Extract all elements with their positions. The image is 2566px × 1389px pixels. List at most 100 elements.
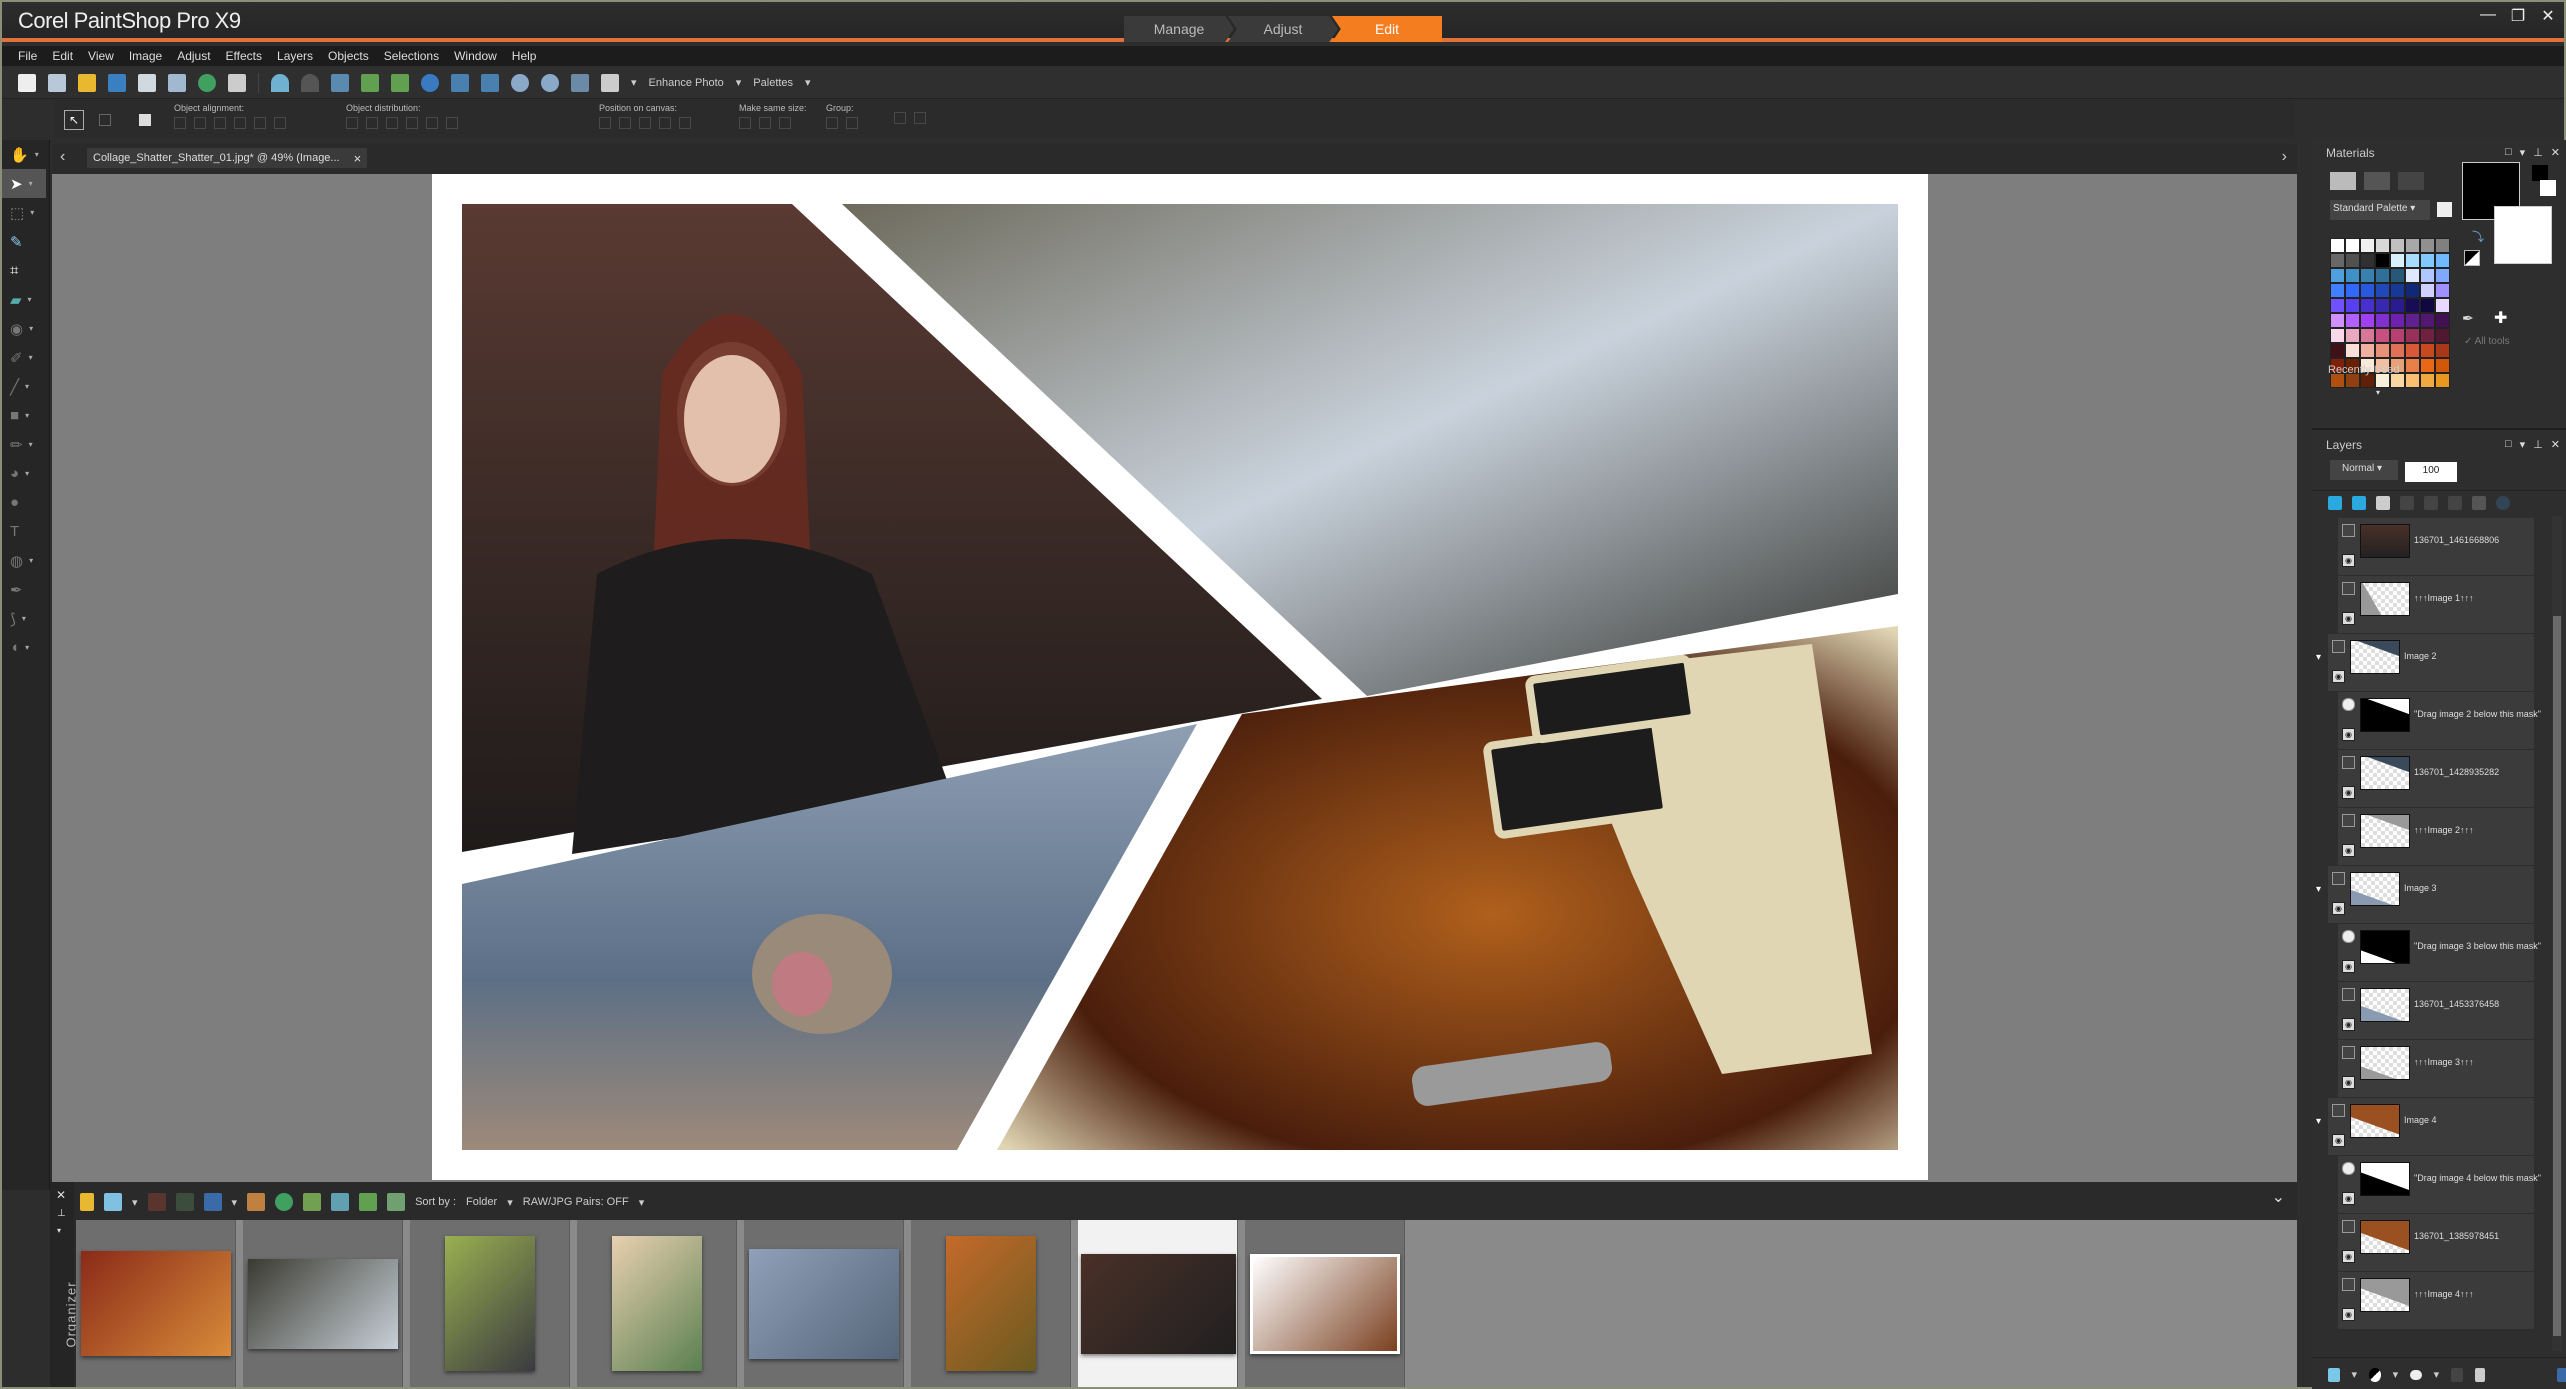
color-swatch[interactable] [2375,253,2390,268]
tab-edit[interactable]: Edit [1332,16,1442,42]
pin-icon[interactable]: ⊥ [2533,438,2543,451]
palette-select[interactable]: Standard Palette ▾ [2330,200,2430,220]
color-swatch[interactable] [2330,253,2345,268]
tag-icon[interactable] [147,1193,166,1211]
color-swatch[interactable] [2420,298,2435,313]
panel-menu-icon[interactable]: ▾ [2520,146,2526,159]
tool-menu-arrow-icon[interactable]: ▾ [28,295,32,304]
color-swatch[interactable] [2405,253,2420,268]
layer-row[interactable]: ◉ "Drag image 4 below this mask" [2338,1156,2541,1214]
color-swatch[interactable] [2375,268,2390,283]
color-swatch[interactable] [2435,313,2450,328]
color-swatch[interactable] [2360,298,2375,313]
share-icon[interactable] [275,1193,294,1211]
tool-menu-arrow-icon[interactable]: ▾ [25,411,29,420]
raw-jpg-pairs-toggle[interactable]: RAW/JPG Pairs: OFF [523,1196,629,1208]
color-swatch[interactable] [2405,268,2420,283]
rotate-left-icon[interactable] [361,73,379,92]
menu-edit[interactable]: Edit [52,49,73,63]
dropdown-arrow-icon[interactable]: ▾ [232,1196,238,1209]
untag-icon[interactable] [175,1193,194,1211]
layer-row[interactable]: ◉ 136701_1461668806 [2338,518,2534,576]
redo-icon[interactable] [301,73,319,92]
distribute-hcenter-icon[interactable] [426,117,438,129]
background-small-icon[interactable] [2540,180,2556,196]
properties-icon[interactable] [914,112,926,124]
thumbnail-cell[interactable] [243,1220,403,1387]
color-swatch[interactable] [2360,268,2375,283]
visibility-eye-icon[interactable]: ◉ [2342,786,2355,799]
color-swatch[interactable] [2345,298,2360,313]
color-swatch[interactable] [2375,343,2390,358]
tool-menu-arrow-icon[interactable]: ▾ [29,440,33,449]
thumb-blonde-portrait[interactable] [612,1236,702,1371]
color-swatch[interactable] [2390,343,2405,358]
rotate-left-icon[interactable] [331,1193,350,1211]
color-swatch[interactable] [2435,328,2450,343]
dropdown-arrow-icon[interactable]: ▾ [639,1196,645,1209]
delete-layer-icon[interactable] [2474,1367,2485,1382]
opacity-field[interactable]: 100 [2405,462,2457,482]
tool-menu-arrow-icon[interactable]: ▾ [25,469,29,478]
thumb-snow-monkey[interactable] [749,1248,899,1359]
center-horizontal-icon[interactable] [619,117,631,129]
visibility-eye-icon[interactable]: ◉ [2342,554,2355,567]
color-swatch[interactable] [2345,238,2360,253]
tool-menu-arrow-icon[interactable]: ▾ [25,382,29,391]
close-organizer-icon[interactable]: ✕ [56,1188,66,1202]
color-swatch[interactable] [2390,238,2405,253]
visibility-eye-icon[interactable]: ◉ [2332,902,2345,915]
tool-red-eye-tool[interactable]: ◉ ▾ [2,314,46,343]
tool-warp-brush-tool[interactable]: ⟆ ▾ [2,604,46,633]
layer-row[interactable]: ▾ ◉ Image 4 [2316,1098,2534,1156]
layers-scrollbar-thumb[interactable] [2553,616,2561,1336]
layer-row[interactable]: ◉ 136701_1453376458 [2338,982,2534,1040]
color-swatch[interactable] [2375,313,2390,328]
rotate-right-icon[interactable] [391,73,409,92]
color-swatch[interactable] [2435,298,2450,313]
thumbnail-cell[interactable] [911,1220,1071,1387]
restore-button[interactable]: ❐ [2510,6,2526,26]
distribute-left-icon[interactable] [406,117,418,129]
layer-row[interactable]: ◉ 136701_1385978451 [2338,1214,2534,1272]
new-icon[interactable] [18,73,36,92]
zoom-settings-icon[interactable] [571,73,589,92]
palettes-button[interactable]: Palettes [753,77,793,89]
color-swatch[interactable] [2330,268,2345,283]
menu-file[interactable]: File [18,49,37,63]
save-icon[interactable] [138,73,156,92]
layer-row[interactable]: ◉ "Drag image 3 below this mask" [2338,924,2541,982]
color-swatch[interactable] [2330,298,2345,313]
thumbnail-cell[interactable] [577,1220,737,1387]
color-swatch[interactable] [2405,373,2420,388]
maximize-panel-icon[interactable]: □ [2505,146,2512,159]
organizer-menu-icon[interactable]: ▾ [57,1226,61,1235]
menu-selections[interactable]: Selections [384,49,439,63]
layer-row[interactable]: ◉ ↑↑↑Image 4↑↑↑ [2338,1272,2534,1330]
color-swatch[interactable] [2435,343,2450,358]
tool-straighten-tool[interactable]: ▰ ▾ [2,285,46,314]
color-swatch[interactable] [2360,313,2375,328]
tool-selection-tool[interactable]: ⬚ ▾ [2,198,46,227]
fit-window-icon[interactable] [481,73,499,92]
close-button[interactable]: ✕ [2540,6,2556,26]
color-swatch[interactable] [2360,283,2375,298]
thumb-guitar[interactable] [81,1251,231,1356]
align-right-icon[interactable] [234,117,246,129]
tool-flood-fill-tool[interactable]: ◕ ▾ [2,459,46,488]
color-swatch[interactable] [2330,328,2345,343]
tool-pan-tool[interactable]: ✋ ▾ [2,140,46,169]
color-swatch[interactable] [2405,358,2420,373]
maximize-panel-icon[interactable]: □ [2505,438,2512,451]
menu-effects[interactable]: Effects [226,49,262,63]
palette-scroll-icon[interactable]: ▾ [2376,388,2380,397]
color-swatch[interactable] [2390,268,2405,283]
thumb-redhead-portrait[interactable] [946,1236,1036,1371]
same-width-icon[interactable] [739,117,751,129]
share-icon[interactable] [198,73,216,92]
collage-image[interactable] [432,174,1928,1180]
compare-icon[interactable] [303,1193,322,1211]
color-sliders-tab-icon[interactable] [2398,172,2424,190]
color-swatch[interactable] [2435,268,2450,283]
color-swatch[interactable] [2435,373,2450,388]
